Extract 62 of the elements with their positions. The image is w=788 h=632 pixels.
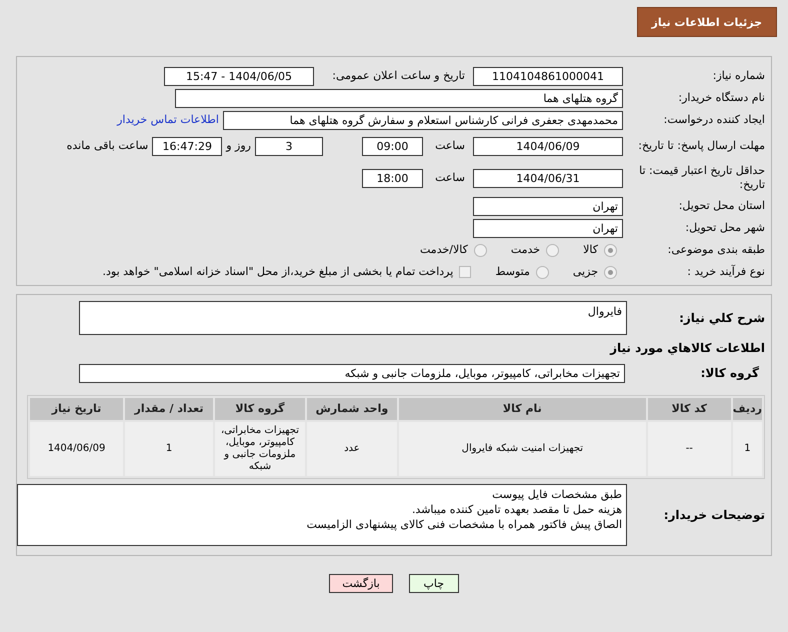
- text-field[interactable]: محمدمهدی جعفری فرانی کارشناس استعلام و سفارش گروه هتلهای هما: [223, 110, 623, 130]
- field-label: کالا/خدمت: [420, 242, 468, 258]
- table-cell: --: [648, 422, 731, 476]
- column-header: گروه کالا: [214, 398, 305, 420]
- field-label: حداقل تاریخ اعتبار قیمت: تا تاریخ:: [638, 164, 765, 192]
- text-field[interactable]: 1404/06/05 - 15:47: [164, 66, 314, 86]
- column-header: نام کالا: [398, 398, 646, 420]
- back-button[interactable]: بازگشت: [329, 574, 393, 593]
- field-label: روز و: [226, 138, 251, 154]
- text-field[interactable]: 1404/06/31: [473, 168, 623, 188]
- radio-button[interactable]: [604, 244, 617, 256]
- table-cell: تجهیزات امنیت شبکه فایروال: [398, 422, 646, 476]
- field-label: ساعت باقی مانده: [66, 138, 148, 154]
- text-field[interactable]: 18:00: [362, 168, 423, 188]
- field-label: پرداخت تمام یا بخشی از مبلغ خرید،از محل "اسناد خزانه اسلامی" خواهد بود.: [102, 264, 454, 280]
- section-heading: اطلاعات كالاهاي مورد نياز: [608, 340, 765, 357]
- field-label: شهر محل تحویل:: [684, 220, 765, 236]
- column-header: کد کالا: [648, 398, 731, 420]
- table-cell: 1: [732, 422, 762, 476]
- buyer-contact-link[interactable]: اطلاعات تماس خریدار: [117, 112, 219, 128]
- notes-textarea[interactable]: طبق مشخصات فایل پیوست هزینه حمل تا مقصد بعهده تامین کننده میباشد. الصاق پیش فاکتور همراه با مشخصات فنی کالای پیشنهادی الزامیست: [17, 484, 627, 546]
- field-label: جزیی: [572, 264, 598, 280]
- field-label: ایجاد کننده درخواست:: [662, 112, 765, 128]
- table-cell: عدد: [306, 422, 397, 476]
- field-label: شرح کلي نياز:: [678, 310, 765, 327]
- radio-button[interactable]: [604, 266, 617, 278]
- text-field[interactable]: گروه هتلهای هما: [175, 88, 623, 108]
- table-cell: 1404/06/09: [30, 422, 124, 476]
- text-field[interactable]: 09:00: [362, 136, 423, 156]
- column-header: تعداد / مقدار: [125, 398, 213, 420]
- field-label: ساعت: [434, 170, 465, 186]
- text-field[interactable]: 3: [255, 136, 323, 156]
- field-label: طبقه بندی موضوعی:: [666, 242, 765, 258]
- field-label: توضیحات خریدار:: [662, 507, 765, 524]
- field-label: گروه کالا:: [700, 365, 760, 382]
- field-label: خدمت: [510, 242, 540, 258]
- field-label: شماره نیاز:: [712, 68, 765, 84]
- text-field[interactable]: تجهیزات مخابراتی، کامپیوتر، موبایل، ملزومات جانبی و شبکه: [79, 364, 625, 382]
- text-field[interactable]: 16:47:29: [152, 136, 222, 156]
- table-cell: تجهیزات مخابراتی، کامپیوتر، موبایل، ملزومات جانبی و شبکه: [214, 422, 305, 476]
- field-label: استان محل تحویل:: [678, 198, 765, 214]
- checkbox[interactable]: [459, 266, 472, 278]
- field-label: ساعت: [434, 138, 465, 154]
- column-header: واحد شمارش: [306, 398, 397, 420]
- field-label: نوع فرآیند خرید :: [686, 264, 765, 280]
- field-label: متوسط: [495, 264, 530, 280]
- radio-button[interactable]: [546, 244, 560, 256]
- text-field[interactable]: تهران: [473, 218, 623, 238]
- description-textarea[interactable]: فایروال: [79, 301, 627, 335]
- column-header: تاریخ نیاز: [30, 398, 124, 420]
- column-header: ردیف: [732, 398, 762, 420]
- print-button[interactable]: چاپ: [408, 574, 459, 593]
- field-label: مهلت ارسال پاسخ: تا تاریخ:: [637, 139, 765, 153]
- radio-button[interactable]: [536, 266, 549, 278]
- field-label: کالا: [583, 242, 598, 258]
- radio-button[interactable]: [474, 244, 487, 256]
- table-cell: 1: [125, 422, 213, 476]
- text-field[interactable]: 1104104861000041: [473, 66, 623, 86]
- field-label: نام دستگاه خریدار:: [677, 90, 765, 106]
- text-field[interactable]: 1404/06/09: [473, 136, 623, 156]
- text-field[interactable]: تهران: [473, 196, 623, 216]
- field-label: تاریخ و ساعت اعلان عمومی:: [331, 68, 465, 84]
